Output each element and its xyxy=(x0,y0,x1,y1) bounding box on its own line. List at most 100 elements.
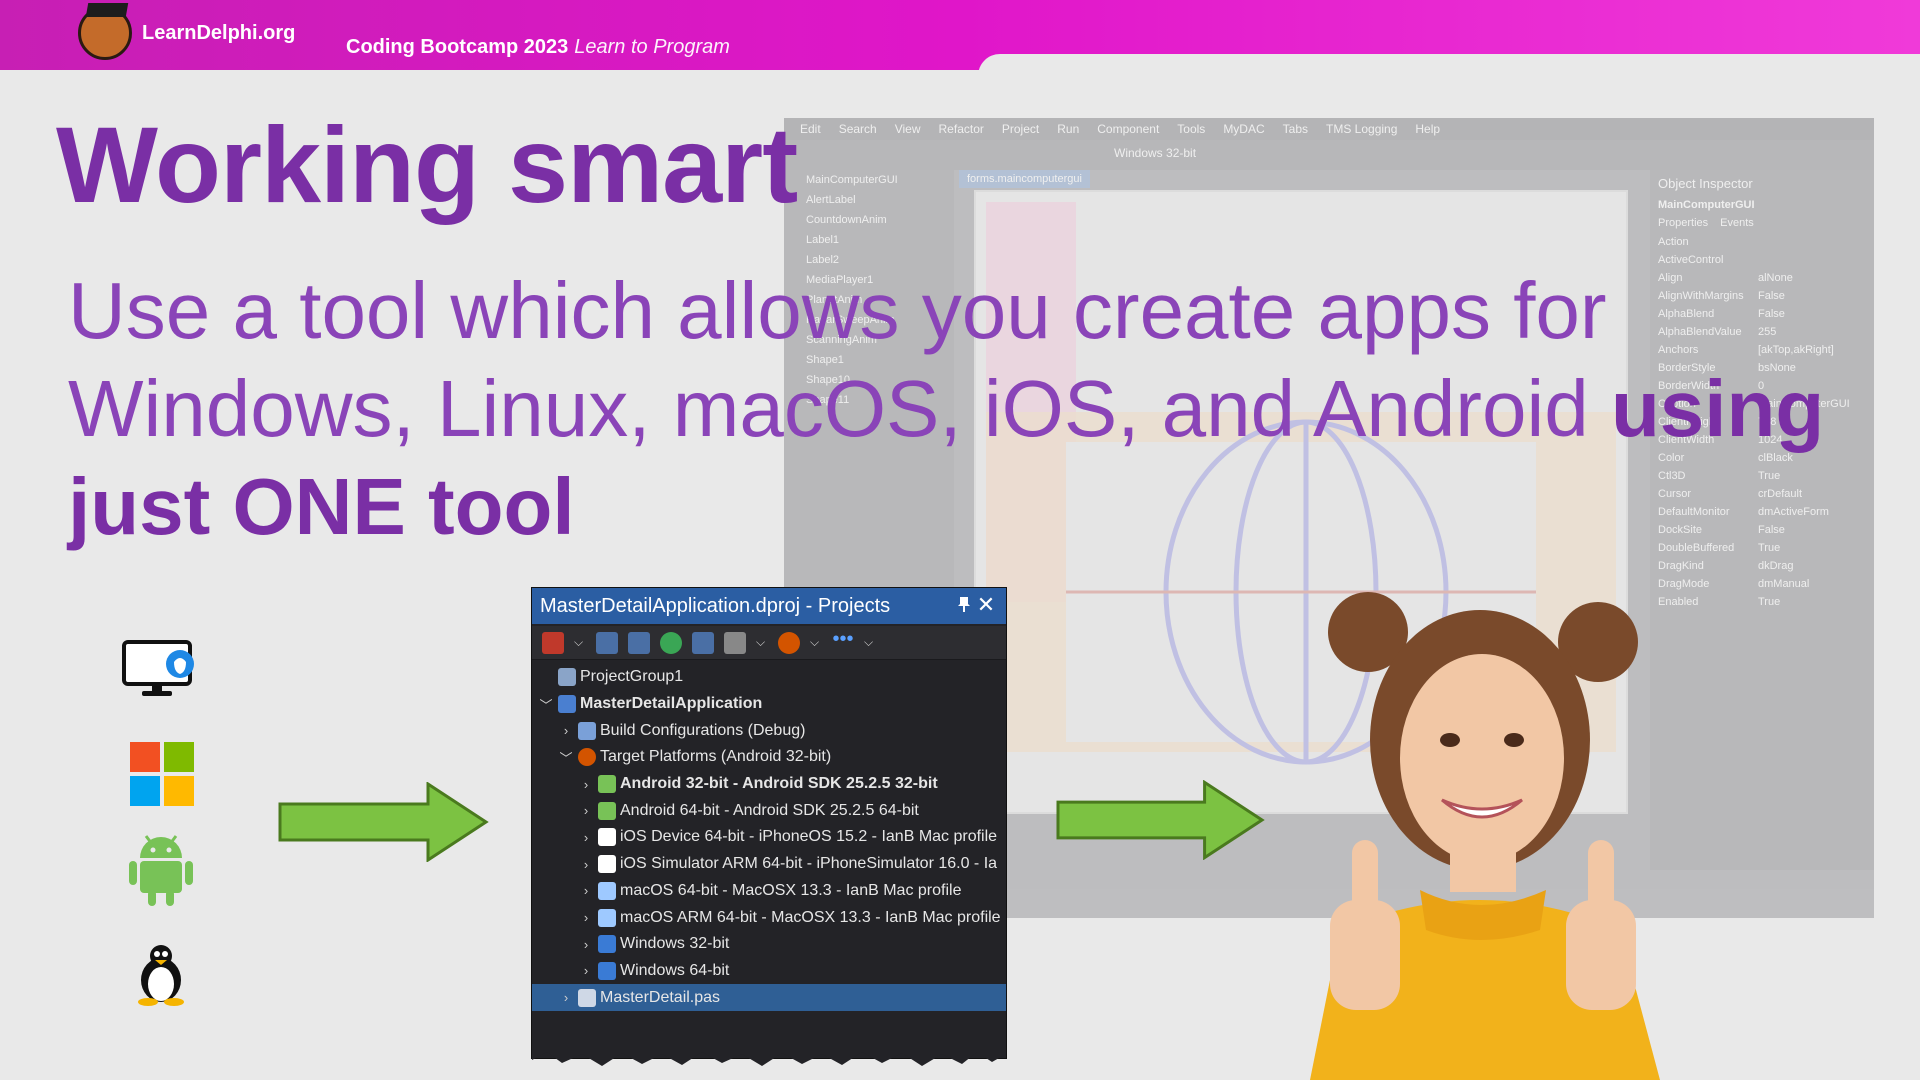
tree-node[interactable]: ﹀ MasterDetailApplication xyxy=(532,691,1006,718)
macos-monitor-icon xyxy=(598,908,616,927)
learndelphi-logo xyxy=(78,6,132,60)
macos-icon xyxy=(122,640,194,696)
macos-monitor-icon xyxy=(598,881,616,900)
ide-form-tab: forms.maincomputergui xyxy=(959,170,1090,188)
pas-file-icon xyxy=(578,988,596,1007)
subtitle-line-2: Windows, Linux, macOS, iOS, and Android … xyxy=(68,360,1824,458)
tree-node-label: macOS ARM 64-bit - MacOSX 13.3 - IanB Ma… xyxy=(620,908,1001,926)
chevron-right-icon[interactable]: › xyxy=(578,803,594,818)
chevron-down-icon[interactable]: ⌵ xyxy=(864,635,876,650)
brand-name: LearnDelphi.org xyxy=(142,22,296,44)
chevron-right-icon[interactable]: › xyxy=(578,937,594,952)
windows-icon xyxy=(598,935,616,954)
bootcamp-label: Coding Bootcamp 2023 Learn to Program xyxy=(346,36,730,59)
tree-node[interactable]: › MasterDetail.pas xyxy=(532,984,1006,1011)
tree-node[interactable]: › iOS Simulator ARM 64-bit - iPhoneSimula… xyxy=(532,851,1006,878)
tree-node-label: Build Configurations (Debug) xyxy=(600,721,806,739)
android-icon xyxy=(598,801,616,820)
subtitle-line-3-bold: just ONE tool xyxy=(68,462,575,551)
right-arrow-icon xyxy=(278,782,489,862)
ide-menu-item: Search xyxy=(838,122,877,136)
tree-node[interactable]: › Android 32-bit - Android SDK 25.2.5 32-… xyxy=(532,771,1006,798)
structure-item: AlertLabel xyxy=(806,194,856,206)
chevron-down-icon[interactable]: ⌵ xyxy=(810,635,822,650)
pin-icon[interactable] xyxy=(958,596,970,612)
structure-item: CountdownAnim xyxy=(806,214,887,226)
inspector-object: MainComputerGUI xyxy=(1658,199,1755,211)
ide-platform-combo: Windows 32-bit xyxy=(1114,146,1197,160)
tree-node[interactable]: › macOS ARM 64-bit - MacOSX 13.3 - IanB M… xyxy=(532,904,1006,931)
chevron-right-icon[interactable]: › xyxy=(578,777,594,792)
chevron-down-icon[interactable]: ﹀ xyxy=(558,748,574,767)
inspector-tabs: Properties Events xyxy=(1650,213,1874,233)
chevron-right-icon[interactable]: › xyxy=(578,830,594,845)
tree-node[interactable]: › Windows 32-bit xyxy=(532,931,1006,958)
ide-menu-item: Run xyxy=(1057,122,1080,136)
ios-device-icon xyxy=(598,828,616,847)
close-icon[interactable]: ✕ xyxy=(974,592,998,618)
ide-menu-item: Component xyxy=(1097,122,1160,136)
activate-icon[interactable] xyxy=(542,631,564,654)
tree-node[interactable]: › macOS 64-bit - MacOSX 13.3 - IanB Mac p… xyxy=(532,878,1006,905)
options-icon[interactable] xyxy=(628,631,650,654)
bootcamp-tagline: Learn to Program xyxy=(574,36,730,58)
ide-menu-item: Refactor xyxy=(938,122,984,136)
more-icon[interactable]: ••• xyxy=(832,629,854,654)
linux-icon xyxy=(138,945,184,1006)
sync-icon[interactable] xyxy=(724,631,746,654)
tree-node-label: Android 64-bit - Android SDK 25.2.5 64-b… xyxy=(620,801,919,819)
chevron-right-icon[interactable]: › xyxy=(578,910,594,925)
project-tree: ProjectGroup1 ﹀ MasterDetailApplication › Bu… xyxy=(532,664,1006,1011)
inspector-value: dmManual xyxy=(1758,578,1810,590)
ide-menu-item: Project xyxy=(1001,122,1040,136)
inspector-value: True xyxy=(1758,596,1781,608)
tree-node[interactable]: › Build Configurations (Debug) xyxy=(532,717,1006,744)
add-new-icon[interactable] xyxy=(596,631,618,654)
torn-edge xyxy=(532,1044,1006,1066)
chevron-down-icon[interactable]: ⌵ xyxy=(574,635,586,650)
ide-menu-item: Tools xyxy=(1177,122,1206,136)
ide-menu-item: Tabs xyxy=(1282,122,1309,136)
ide-menu-item: Help xyxy=(1415,122,1441,136)
projects-panel-title: MasterDetailApplication.dproj - Projects xyxy=(532,588,1006,624)
tree-node[interactable]: ProjectGroup1 xyxy=(532,664,1006,691)
tree-node-label: MasterDetailApplication xyxy=(580,695,763,713)
chevron-right-icon[interactable]: › xyxy=(578,963,594,978)
build-config-icon xyxy=(578,721,596,740)
android-icon xyxy=(598,775,616,794)
chevron-right-icon[interactable]: › xyxy=(558,723,574,738)
tree-node-label: iOS Simulator ARM 64-bit - iPhoneSimulat… xyxy=(620,855,998,873)
chevron-right-icon[interactable]: › xyxy=(578,883,594,898)
banner-notch xyxy=(978,54,1920,84)
chevron-right-icon[interactable]: › xyxy=(558,990,574,1005)
target-icon[interactable] xyxy=(778,631,800,654)
subtitle-line-3: just ONE tool xyxy=(68,458,1788,556)
tree-node[interactable]: › iOS Device 64-bit - iPhoneOS 15.2 - Ian… xyxy=(532,824,1006,851)
tree-node-label: MasterDetail.pas xyxy=(600,988,721,1006)
tree-node-label: Windows 64-bit xyxy=(620,961,730,979)
project-icon xyxy=(558,695,576,714)
subtitle-line-2-bold: using xyxy=(1610,364,1825,453)
build-icon[interactable] xyxy=(692,631,714,654)
windows-icon xyxy=(598,961,616,980)
tree-node-label: ProjectGroup1 xyxy=(580,668,684,686)
chevron-down-icon[interactable]: ﹀ xyxy=(538,695,554,714)
ide-menu-bar: Edit Search View Refactor Project Run Componen… xyxy=(784,118,1874,140)
tree-node[interactable]: › Windows 64-bit xyxy=(532,958,1006,985)
tree-node-label: Windows 32-bit xyxy=(620,935,730,953)
ide-toolbar: Windows 32-bit xyxy=(784,140,1874,170)
right-arrow-icon xyxy=(1056,780,1265,860)
chevron-right-icon[interactable]: › xyxy=(578,857,594,872)
inspector-value: dkDrag xyxy=(1758,560,1794,572)
tree-node[interactable]: › Android 64-bit - Android SDK 25.2.5 64-… xyxy=(532,797,1006,824)
refresh-icon[interactable] xyxy=(660,631,682,654)
inspector-key: Action xyxy=(1658,236,1689,248)
tree-node-label: Android 32-bit - Android SDK 25.2.5 32-b… xyxy=(620,775,938,793)
smiling-girl-thumbs-up-image xyxy=(1310,592,1660,1080)
tree-node[interactable]: ﹀ Target Platforms (Android 32-bit) xyxy=(532,744,1006,771)
structure-item: MainComputerGUI xyxy=(806,174,898,186)
ide-menu-item: Edit xyxy=(800,122,821,136)
target-platforms-icon xyxy=(578,748,596,767)
windows-icon xyxy=(130,742,194,806)
chevron-down-icon[interactable]: ⌵ xyxy=(756,635,768,650)
